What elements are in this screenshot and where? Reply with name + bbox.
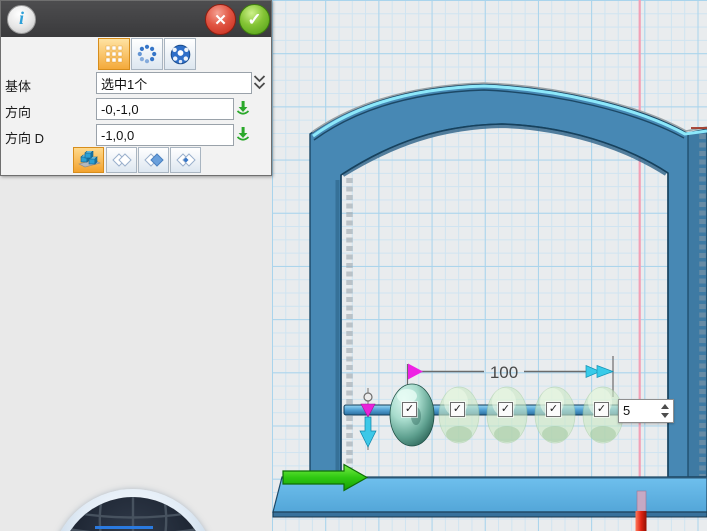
dialog-header: i ✕ ✓	[1, 1, 271, 37]
diamonds-white-icon	[110, 152, 134, 168]
vertical-manipulator[interactable]	[360, 388, 376, 450]
spinner-down-arrow[interactable]	[661, 413, 669, 418]
sphere-pattern-icon	[170, 44, 191, 65]
dimension-arrow-cyan-front[interactable]	[597, 366, 613, 378]
green-pick-arrow-icon	[235, 100, 251, 116]
pattern-tool-dialog: i ✕ ✓	[0, 0, 272, 176]
pattern-count-input[interactable]	[620, 401, 659, 419]
bead-instance-checkbox[interactable]: ✓	[546, 402, 561, 417]
circular-pattern-icon	[137, 44, 157, 64]
frame-top-right-red-edge	[691, 127, 707, 129]
expand-options-button[interactable]	[250, 73, 268, 91]
manipulator-ring-handle[interactable]	[364, 393, 372, 401]
dimension-start-flag-magenta[interactable]	[408, 364, 423, 380]
mode-ghost-both-button[interactable]	[106, 147, 137, 173]
direction-d-input[interactable]	[96, 124, 234, 146]
cancel-button[interactable]: ✕	[205, 4, 236, 35]
tab-sphere-pattern[interactable]	[164, 38, 196, 70]
mode-solid-pattern-button[interactable]	[73, 147, 104, 173]
mode-ghost-center-button[interactable]	[170, 147, 201, 173]
bead-instance-checkbox[interactable]: ✓	[450, 402, 465, 417]
confirm-button[interactable]: ✓	[239, 4, 270, 35]
navigation-equator-line	[95, 526, 153, 529]
bead-instance-checkbox[interactable]: ✓	[402, 402, 417, 417]
pattern-count-spinner[interactable]	[618, 399, 674, 423]
vertical-axis-rod-red[interactable]	[636, 491, 647, 531]
tab-rectangular-pattern[interactable]	[98, 38, 130, 70]
pick-direction-d-button[interactable]	[234, 125, 251, 142]
mode-ghost-right-button[interactable]	[138, 147, 169, 173]
direction-input[interactable]	[96, 98, 234, 120]
diamonds-center-dot-icon	[174, 152, 198, 168]
manipulator-arrow-cyan[interactable]	[360, 417, 376, 447]
spinner-up-arrow[interactable]	[661, 404, 669, 409]
close-icon: ✕	[214, 11, 227, 29]
tab-circular-pattern[interactable]	[131, 38, 163, 70]
diamonds-white-blue-icon	[142, 152, 166, 168]
pattern-solid-cubes-icon	[77, 151, 101, 169]
info-icon: i	[19, 8, 24, 29]
info-button[interactable]: i	[7, 5, 36, 34]
bead-instance-checkbox[interactable]: ✓	[498, 402, 513, 417]
green-pick-arrow-icon	[235, 126, 251, 142]
dimension-value-label[interactable]: 100	[490, 363, 518, 382]
check-icon: ✓	[247, 10, 261, 30]
chevron-double-down-icon	[252, 74, 267, 91]
bead-instance-checkbox[interactable]: ✓	[594, 402, 609, 417]
cad-application-window: 100	[0, 0, 707, 531]
direction-d-label: 方向 D	[5, 128, 44, 147]
pick-direction-button[interactable]	[234, 99, 251, 116]
direction-label: 方向	[5, 102, 31, 121]
base-body-label: 基体	[5, 76, 31, 95]
base-body-input[interactable]	[96, 72, 252, 94]
grid-pattern-icon	[104, 44, 124, 64]
